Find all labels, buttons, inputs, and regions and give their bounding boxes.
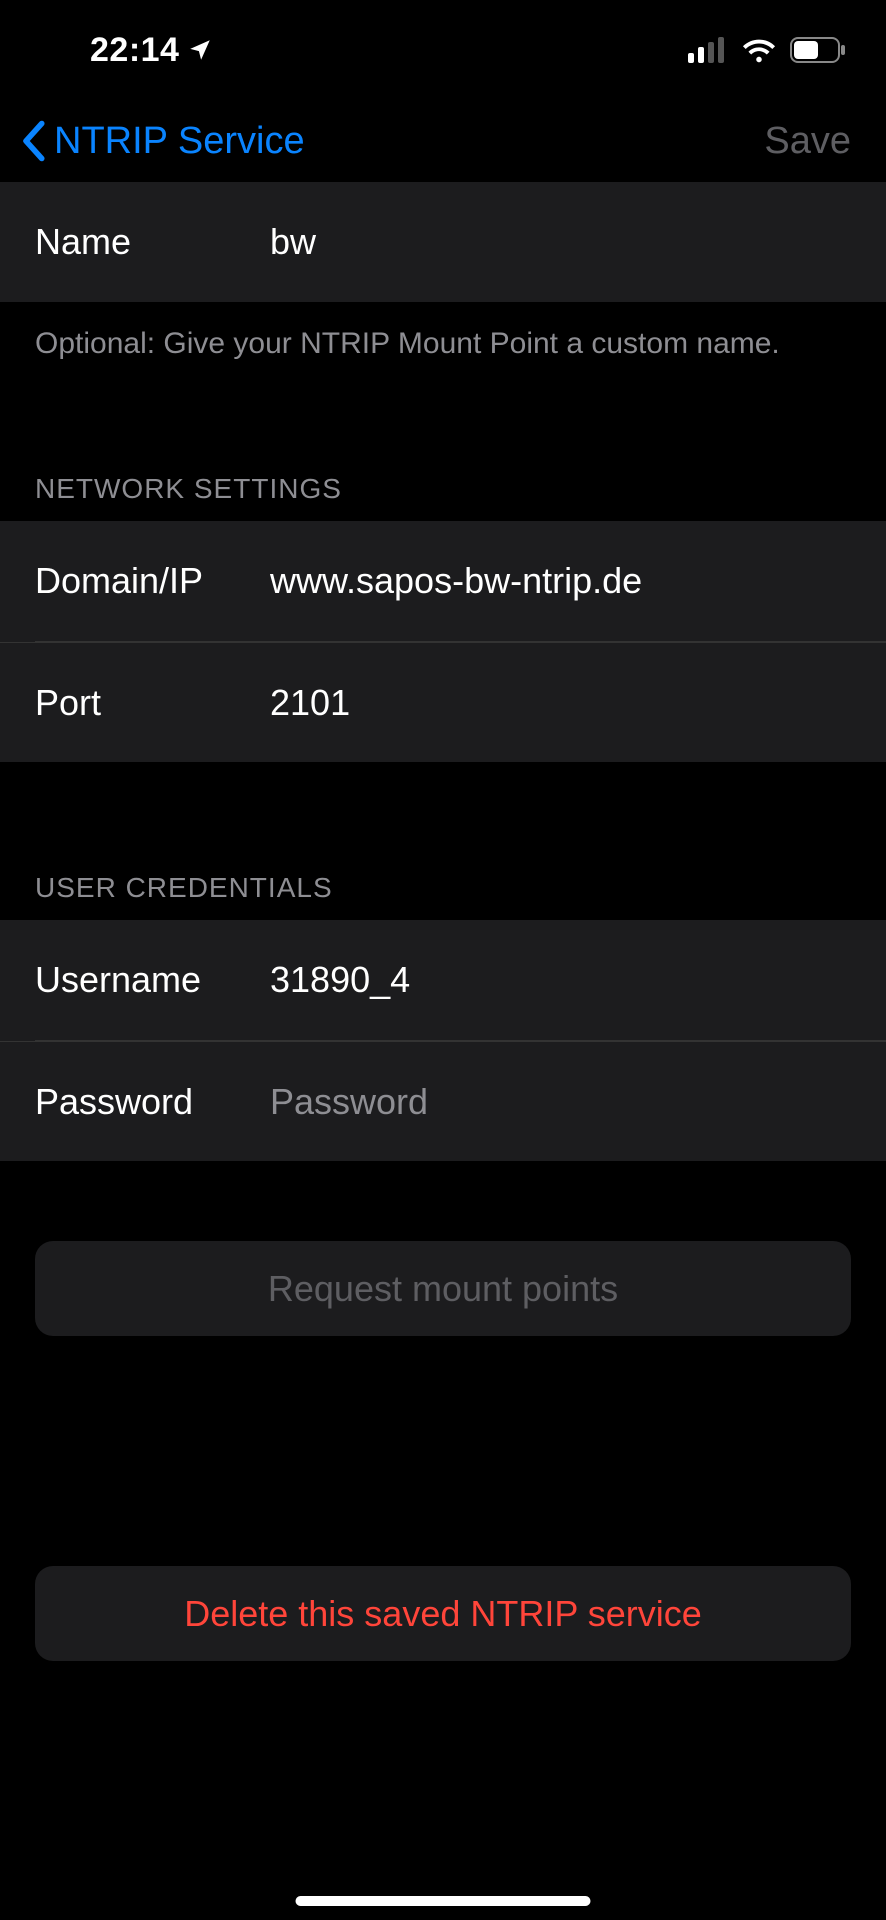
username-input[interactable] [270,959,851,1001]
name-input[interactable] [270,221,851,263]
back-label: NTRIP Service [54,120,305,163]
domain-input[interactable] [270,560,851,602]
port-cell[interactable]: Port [0,642,886,762]
back-button[interactable]: NTRIP Service [20,120,305,163]
status-time-text: 22:14 [90,31,179,70]
network-header: NETWORK SETTINGS [0,363,886,521]
name-label: Name [35,221,270,263]
port-label: Port [35,682,270,724]
domain-label: Domain/IP [35,560,270,602]
nav-bar: NTRIP Service Save [0,100,886,182]
credentials-group: Username Password [0,920,886,1161]
status-time: 22:14 [90,31,213,70]
password-input[interactable] [270,1081,851,1123]
wifi-icon [740,37,778,63]
delete-button-container: Delete this saved NTRIP service [0,1336,886,1661]
name-group: Name [0,182,886,302]
domain-cell[interactable]: Domain/IP [0,521,886,641]
status-bar: 22:14 [0,0,886,100]
status-icons [688,37,846,63]
home-indicator[interactable] [296,1896,591,1906]
password-cell[interactable]: Password [0,1041,886,1161]
username-label: Username [35,959,270,1001]
chevron-left-icon [20,120,46,162]
location-arrow-icon [187,37,213,63]
credentials-header: USER CREDENTIALS [0,762,886,920]
password-label: Password [35,1081,270,1123]
port-input[interactable] [270,682,851,724]
cellular-signal-icon [688,37,728,63]
request-mount-points-button[interactable]: Request mount points [35,1241,851,1336]
name-footer: Optional: Give your NTRIP Mount Point a … [0,302,886,363]
name-cell[interactable]: Name [0,182,886,302]
username-cell[interactable]: Username [0,920,886,1040]
delete-service-button[interactable]: Delete this saved NTRIP service [35,1566,851,1661]
network-group: Domain/IP Port [0,521,886,762]
save-button[interactable]: Save [764,120,866,163]
request-button-container: Request mount points [0,1161,886,1336]
battery-icon [790,37,846,63]
